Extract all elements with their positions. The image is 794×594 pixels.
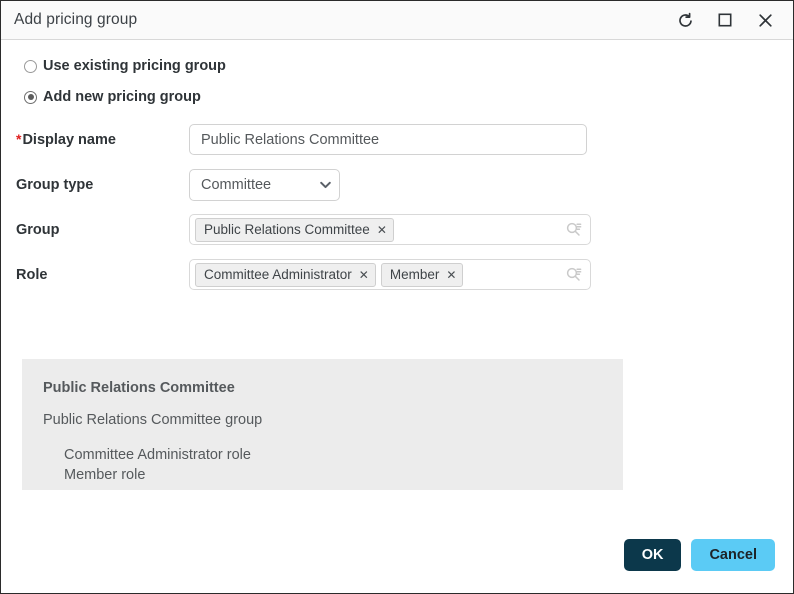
dialog-body: Use existing pricing group Add new prici… xyxy=(1,40,793,593)
summary-title: Public Relations Committee xyxy=(43,380,235,396)
remove-token-icon[interactable]: ✕ xyxy=(446,269,456,281)
group-token-field[interactable]: Public Relations Committee ✕ xyxy=(189,214,591,245)
radio-option-use-existing[interactable]: Use existing pricing group xyxy=(1,58,793,74)
add-pricing-group-dialog: Add pricing group Use existing pricing g… xyxy=(0,0,794,594)
dialog-footer: OK Cancel xyxy=(623,539,775,571)
radio-add-new-label: Add new pricing group xyxy=(43,89,201,105)
refresh-icon[interactable] xyxy=(665,4,705,36)
role-label: Role xyxy=(16,267,189,283)
radio-use-existing-indicator[interactable] xyxy=(24,59,37,73)
summary-subtitle: Public Relations Committee group xyxy=(43,412,263,428)
role-token[interactable]: Committee Administrator ✕ xyxy=(195,262,376,287)
field-row-role: Role Committee Administrator ✕ Member ✕ xyxy=(1,259,793,290)
radio-option-add-new[interactable]: Add new pricing group xyxy=(1,89,793,105)
dialog-title: Add pricing group xyxy=(14,11,138,28)
field-row-display-name: * Display name xyxy=(1,124,793,155)
field-row-group: Group Public Relations Committee ✕ xyxy=(1,214,793,245)
role-token[interactable]: Member ✕ xyxy=(380,262,464,287)
close-icon[interactable] xyxy=(745,4,785,36)
chevron-down-icon xyxy=(320,180,331,191)
group-token-list: Public Relations Committee ✕ xyxy=(195,217,562,242)
group-type-select[interactable]: Committee xyxy=(189,169,340,201)
summary-role-item: Committee Administrator role xyxy=(64,447,251,463)
role-token-field[interactable]: Committee Administrator ✕ Member ✕ xyxy=(189,259,591,290)
summary-role-item: Member role xyxy=(64,467,146,483)
required-marker: * xyxy=(16,130,22,147)
group-type-label: Group type xyxy=(16,177,189,193)
role-search-icon[interactable] xyxy=(562,264,584,286)
radio-use-existing-label: Use existing pricing group xyxy=(43,58,226,74)
group-label-text: Group xyxy=(16,221,60,238)
role-token-label: Member xyxy=(389,267,440,282)
ok-button[interactable]: OK xyxy=(623,539,682,571)
cancel-button[interactable]: Cancel xyxy=(691,539,775,571)
group-label: Group xyxy=(16,222,189,238)
display-name-label: * Display name xyxy=(16,132,189,148)
maximize-icon[interactable] xyxy=(705,4,745,36)
remove-token-icon[interactable]: ✕ xyxy=(359,269,369,281)
group-token[interactable]: Public Relations Committee ✕ xyxy=(195,217,394,242)
field-row-group-type: Group type Committee xyxy=(1,169,793,201)
display-name-label-text: Display name xyxy=(22,131,116,148)
remove-token-icon[interactable]: ✕ xyxy=(377,224,387,236)
group-search-icon[interactable] xyxy=(562,219,584,241)
radio-add-new-indicator[interactable] xyxy=(24,90,37,104)
summary-role-list: Committee Administrator role Member role xyxy=(43,445,623,485)
summary-panel: Public Relations Committee Public Relati… xyxy=(22,359,623,490)
group-type-label-text: Group type xyxy=(16,177,94,193)
role-label-text: Role xyxy=(16,266,48,283)
role-token-list: Committee Administrator ✕ Member ✕ xyxy=(195,262,562,287)
display-name-input[interactable] xyxy=(189,124,587,155)
group-token-label: Public Relations Committee xyxy=(204,222,370,237)
group-type-value: Committee xyxy=(201,177,272,193)
role-token-label: Committee Administrator xyxy=(204,267,352,282)
dialog-titlebar: Add pricing group xyxy=(1,1,793,40)
